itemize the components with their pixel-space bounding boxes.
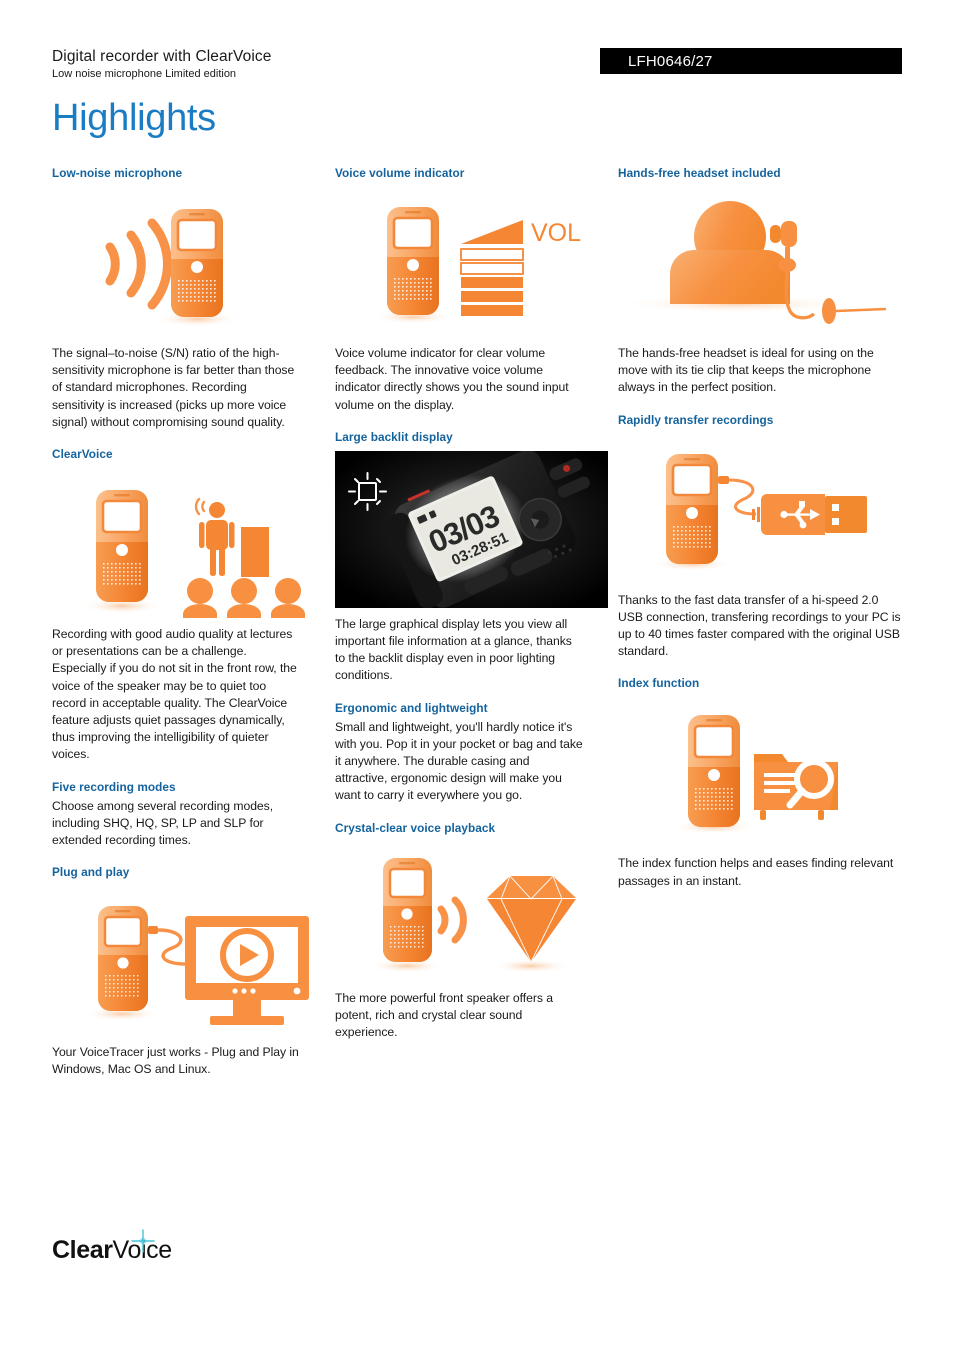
section-heading: Low-noise microphone bbox=[52, 166, 183, 180]
highlights-columns: Low-noise microphone The signal–to-noise… bbox=[52, 166, 902, 1095]
section-crystal-clear-voice-playback: Crystal-clear voice playback The more po… bbox=[335, 820, 608, 1042]
tie-clip-icon bbox=[822, 298, 887, 324]
datasheet-page: Digital recorder with ClearVoice Low noi… bbox=[0, 0, 954, 1350]
section-body: Voice volume indicator for clear volume … bbox=[335, 346, 569, 412]
section-heading: Rapidly transfer recordings bbox=[618, 412, 774, 427]
art-recorder-with-diamond bbox=[335, 841, 608, 982]
section-heading: ClearVoice bbox=[52, 447, 113, 462]
section-heading: Plug and play bbox=[52, 865, 130, 880]
section-index-function: Index function The index function helps … bbox=[618, 676, 901, 889]
art-backlit-display-photo: 03/03 03:28:51 bbox=[335, 450, 608, 608]
section-plug-and-play: Plug and play Your VoiceTracer just work… bbox=[52, 865, 325, 1078]
section-body: Choose among several recording modes, in… bbox=[52, 798, 274, 848]
section-body: Recording with good audio quality at lec… bbox=[52, 627, 297, 762]
column-left: Low-noise microphone The signal–to-noise… bbox=[52, 166, 335, 1095]
section-body: Your VoiceTracer just works - Plug and P… bbox=[52, 1045, 299, 1077]
section-voice-volume-indicator: Voice volume indicator VOL Voice volume … bbox=[335, 166, 608, 414]
art-recorder-with-folder-search bbox=[618, 697, 891, 848]
section-heading: Crystal-clear voice playback bbox=[335, 820, 496, 835]
section-rapidly-transfer-recordings: Rapidly transfer recordings Thanks to th… bbox=[618, 413, 901, 661]
page-title: Highlights bbox=[52, 97, 216, 139]
section-body: The signal–to-noise (S/N) ratio of the h… bbox=[52, 346, 295, 429]
section-heading: Hands-free headset included bbox=[618, 166, 781, 180]
folder-search-icon bbox=[754, 754, 838, 821]
section-hands-free-headset: Hands-free headset included The hands-fr… bbox=[618, 166, 901, 397]
usb-icon bbox=[752, 493, 867, 535]
page-header: Digital recorder with ClearVoice Low noi… bbox=[52, 48, 902, 88]
product-code-badge: LFH0646/27 bbox=[600, 48, 902, 74]
section-heading: Index function bbox=[618, 676, 700, 691]
sparkle-icon bbox=[131, 1229, 155, 1253]
art-person-with-headset bbox=[618, 187, 891, 337]
section-body: The hands-free headset is ideal for usin… bbox=[618, 346, 874, 395]
section-five-recording-modes: Five recording modes Choose among severa… bbox=[52, 780, 302, 850]
art-recorder-with-monitor bbox=[52, 886, 325, 1037]
art-recorder-with-audience bbox=[52, 468, 325, 619]
section-large-backlit-display: Large backlit display 03/03 03:28:51 The… bbox=[335, 429, 608, 685]
section-heading: Large backlit display bbox=[335, 429, 453, 444]
section-body: Small and lightweight, you'll hardly not… bbox=[335, 719, 583, 803]
diamond-icon bbox=[487, 875, 576, 963]
section-ergonomic-and-lightweight: Ergonomic and lightweight Small and ligh… bbox=[335, 701, 585, 805]
section-body: Thanks to the fast data transfer of a hi… bbox=[618, 592, 901, 659]
section-heading: Ergonomic and lightweight bbox=[335, 700, 488, 715]
vol-label: VOL bbox=[531, 219, 581, 247]
art-recorder-with-soundwaves bbox=[52, 187, 325, 337]
logo-bold-part: Clear bbox=[52, 1236, 113, 1264]
section-low-noise-microphone: Low-noise microphone The signal–to-noise… bbox=[52, 166, 325, 431]
section-heading: Five recording modes bbox=[52, 779, 176, 794]
section-body: The more powerful front speaker offers a… bbox=[335, 990, 553, 1040]
art-recorder-with-vol-meter: VOL bbox=[335, 187, 608, 337]
column-right: Hands-free headset included The hands-fr… bbox=[618, 166, 901, 1095]
section-clearvoice: ClearVoice Recording with good audio qua… bbox=[52, 447, 325, 764]
column-middle: Voice volume indicator VOL Voice volume … bbox=[335, 166, 618, 1095]
section-heading: Voice volume indicator bbox=[335, 166, 465, 180]
section-body: The large graphical display lets you vie… bbox=[335, 616, 572, 683]
art-recorder-with-usb bbox=[618, 433, 891, 584]
section-body: The index function helps and eases findi… bbox=[618, 856, 894, 888]
